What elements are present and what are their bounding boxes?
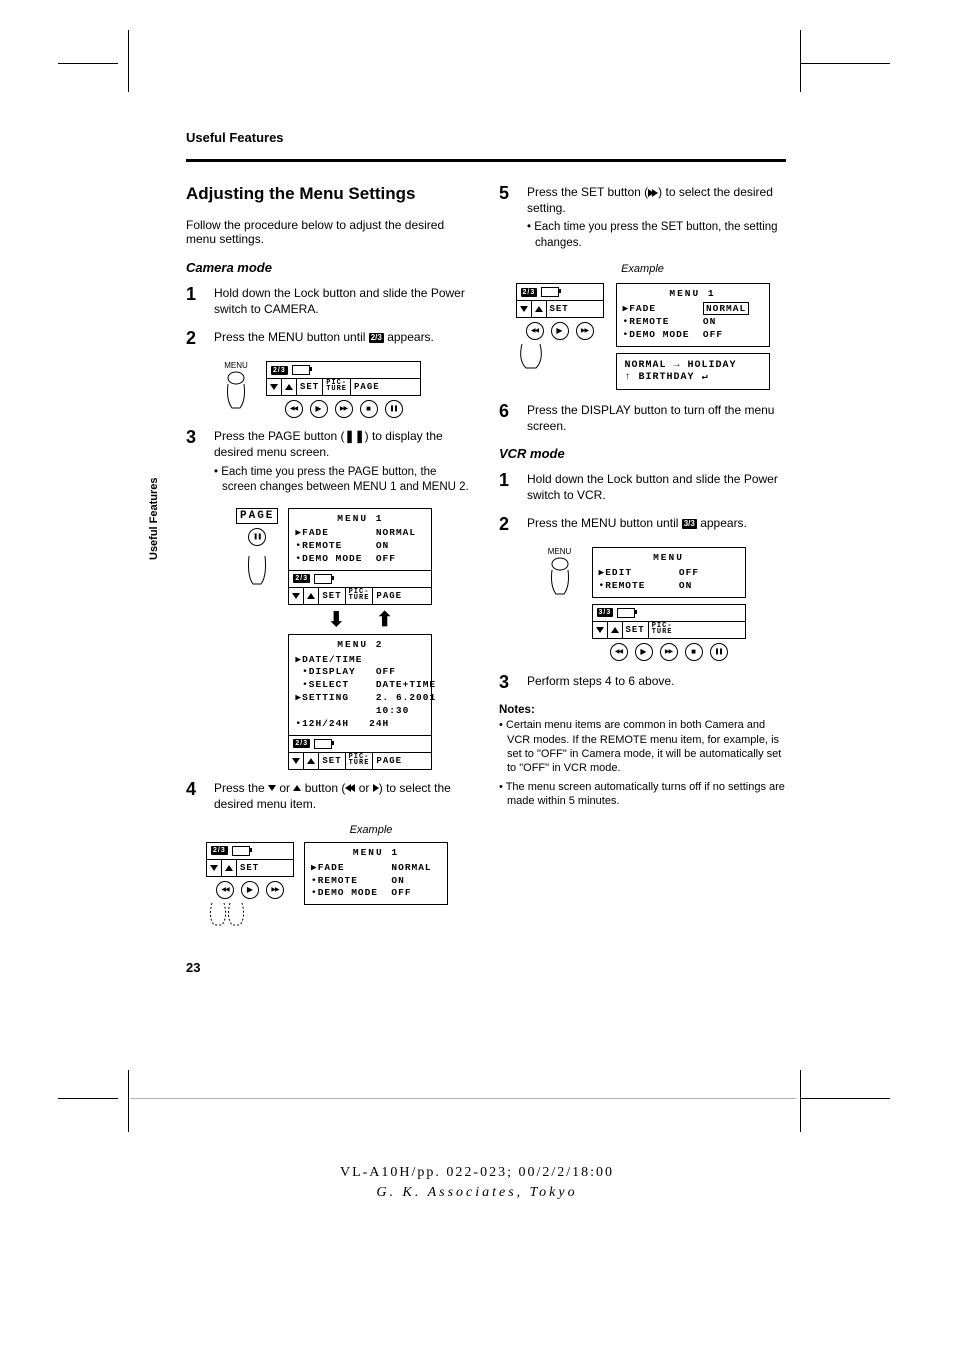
vcr-step-2: 2 Press the MENU button until 3/3 appear… xyxy=(499,515,786,535)
camera-step-1: 1 Hold down the Lock button and slide th… xyxy=(186,285,473,317)
fast-forward-icon xyxy=(660,643,678,661)
osd-menu1: MENU 1▶FADE NORMAL •REMOTE ON •DEMO MODE… xyxy=(288,508,432,571)
note-item: • The menu screen automatically turns of… xyxy=(507,780,786,809)
stop-icon xyxy=(685,643,703,661)
down-triangle-icon xyxy=(268,785,276,791)
step-text: Press the PAGE button (❚❚) to display th… xyxy=(214,428,473,495)
note-item: • Certain menu items are common in both … xyxy=(507,718,786,775)
control-panel: 2/3 SET xyxy=(516,283,604,373)
camera-mode-heading: Camera mode xyxy=(186,260,473,275)
example-label: Example xyxy=(499,263,786,275)
notes-heading: Notes: xyxy=(499,704,786,716)
mode-chip-icon: 2/3 xyxy=(271,366,288,375)
footer-line-2: G. K. Associates, Tokyo xyxy=(0,1185,954,1201)
vcr-mode-heading: VCR mode xyxy=(499,446,786,461)
softkey-row: SETPIC-TUREPAGE xyxy=(288,588,432,605)
osd-menu1-highlight: MENU 1▶FADE NORMAL •REMOTE ON •DEMO MODE… xyxy=(616,283,770,346)
osd-menu1-example: MENU 1▶FADE NORMAL •REMOTE ON •DEMO MODE… xyxy=(304,842,448,905)
mode-chip: 2/3 xyxy=(369,333,384,343)
pause-icon xyxy=(385,400,403,418)
mode-chip: 3/3 xyxy=(682,519,697,529)
down-arrow-icon: ⬇ xyxy=(328,607,345,632)
intro-text: Follow the procedure below to adjust the… xyxy=(186,218,473,246)
step-number: 3 xyxy=(186,428,204,495)
step-text: Press the DISPLAY button to turn off the… xyxy=(527,402,786,434)
step-text: Perform steps 4 to 6 above. xyxy=(527,673,674,693)
camera-step-4: 4 Press the or button ( or ) to select t… xyxy=(186,780,473,812)
setting-cycle-box: NORMAL → HOLIDAY ↑ BIRTHDAY ↵ xyxy=(616,353,770,390)
running-head: Useful Features xyxy=(186,130,786,145)
play-icon xyxy=(241,881,259,899)
step-5: 5 Press the SET button () to select the … xyxy=(499,184,786,251)
softkey-row: SET PIC-TURE PAGE xyxy=(266,379,421,396)
step-number: 1 xyxy=(499,471,517,503)
step-text: Press the or button ( or ) to select the… xyxy=(214,780,473,812)
stop-icon xyxy=(360,400,378,418)
rewind-icon xyxy=(285,400,303,418)
vcr-step-1: 1 Hold down the Lock button and slide th… xyxy=(499,471,786,503)
step-number: 1 xyxy=(186,285,204,317)
step-number: 2 xyxy=(186,329,204,349)
rewind-icon xyxy=(610,643,628,661)
step-note: • Each time you press the PAGE button, t… xyxy=(222,465,473,496)
fast-forward-icon xyxy=(576,322,594,340)
fast-forward-icon xyxy=(266,881,284,899)
step-text: Hold down the Lock button and slide the … xyxy=(214,285,473,317)
example-label: Example xyxy=(306,824,436,836)
footer-line-1: VL-A10H/pp. 022-023; 00/2/2/18:00 xyxy=(0,1165,954,1181)
step-6: 6 Press the DISPLAY button to turn off t… xyxy=(499,402,786,434)
finger-icon xyxy=(206,899,246,927)
play-icon xyxy=(551,322,569,340)
up-arrow-icon xyxy=(285,384,293,390)
finger-icon xyxy=(245,550,269,586)
osd-vcr-menu: MENU▶EDIT OFF •REMOTE ON xyxy=(592,547,746,597)
step-note: • Each time you press the SET button, th… xyxy=(535,220,786,251)
vcr-step-3: 3 Perform steps 4 to 6 above. xyxy=(499,673,786,693)
step-number: 3 xyxy=(499,673,517,693)
play-icon xyxy=(310,400,328,418)
down-arrow-icon xyxy=(270,384,278,390)
step-number: 5 xyxy=(499,184,517,251)
rewind-icon xyxy=(216,881,234,899)
step-number: 6 xyxy=(499,402,517,434)
step-text: Hold down the Lock button and slide the … xyxy=(527,471,786,503)
step-text: Press the SET button () to select the de… xyxy=(527,184,786,251)
osd-menu2: MENU 2▶DATE/TIME •DISPLAY OFF •SELECT DA… xyxy=(288,634,432,736)
softkey-row: SETPIC-TURE xyxy=(592,622,746,639)
camera-step-2: 2 Press the MENU button until 2/3 appear… xyxy=(186,329,473,349)
camera-step-3: 3 Press the PAGE button (❚❚) to display … xyxy=(186,428,473,495)
page-button-label: PAGE xyxy=(236,508,278,524)
pause-icon xyxy=(710,643,728,661)
battery-icon xyxy=(314,574,332,584)
battery-icon xyxy=(292,365,310,375)
finger-icon xyxy=(516,340,546,370)
softkey-panel: 2/3 SET PIC-TURE PAGE xyxy=(266,361,421,418)
step-number: 2 xyxy=(499,515,517,535)
play-icon xyxy=(635,643,653,661)
control-panel: 2/3 SET xyxy=(206,842,294,930)
page-title: Adjusting the Menu Settings xyxy=(186,184,473,204)
step-text: Press the MENU button until 2/3 appears. xyxy=(214,329,434,349)
header-rule xyxy=(186,159,786,162)
menu-button-figure: MENU xyxy=(216,361,256,410)
rewind-icon xyxy=(526,322,544,340)
pause-icon xyxy=(248,528,266,546)
menu-button-figure: MENU xyxy=(540,547,580,596)
fast-forward-icon xyxy=(335,400,353,418)
spine-label: Useful Features xyxy=(148,477,160,560)
step-number: 4 xyxy=(186,780,204,812)
up-arrow-icon: ⬆ xyxy=(376,607,393,632)
page-number: 23 xyxy=(186,960,786,975)
step-text: Press the MENU button until 3/3 appears. xyxy=(527,515,747,535)
